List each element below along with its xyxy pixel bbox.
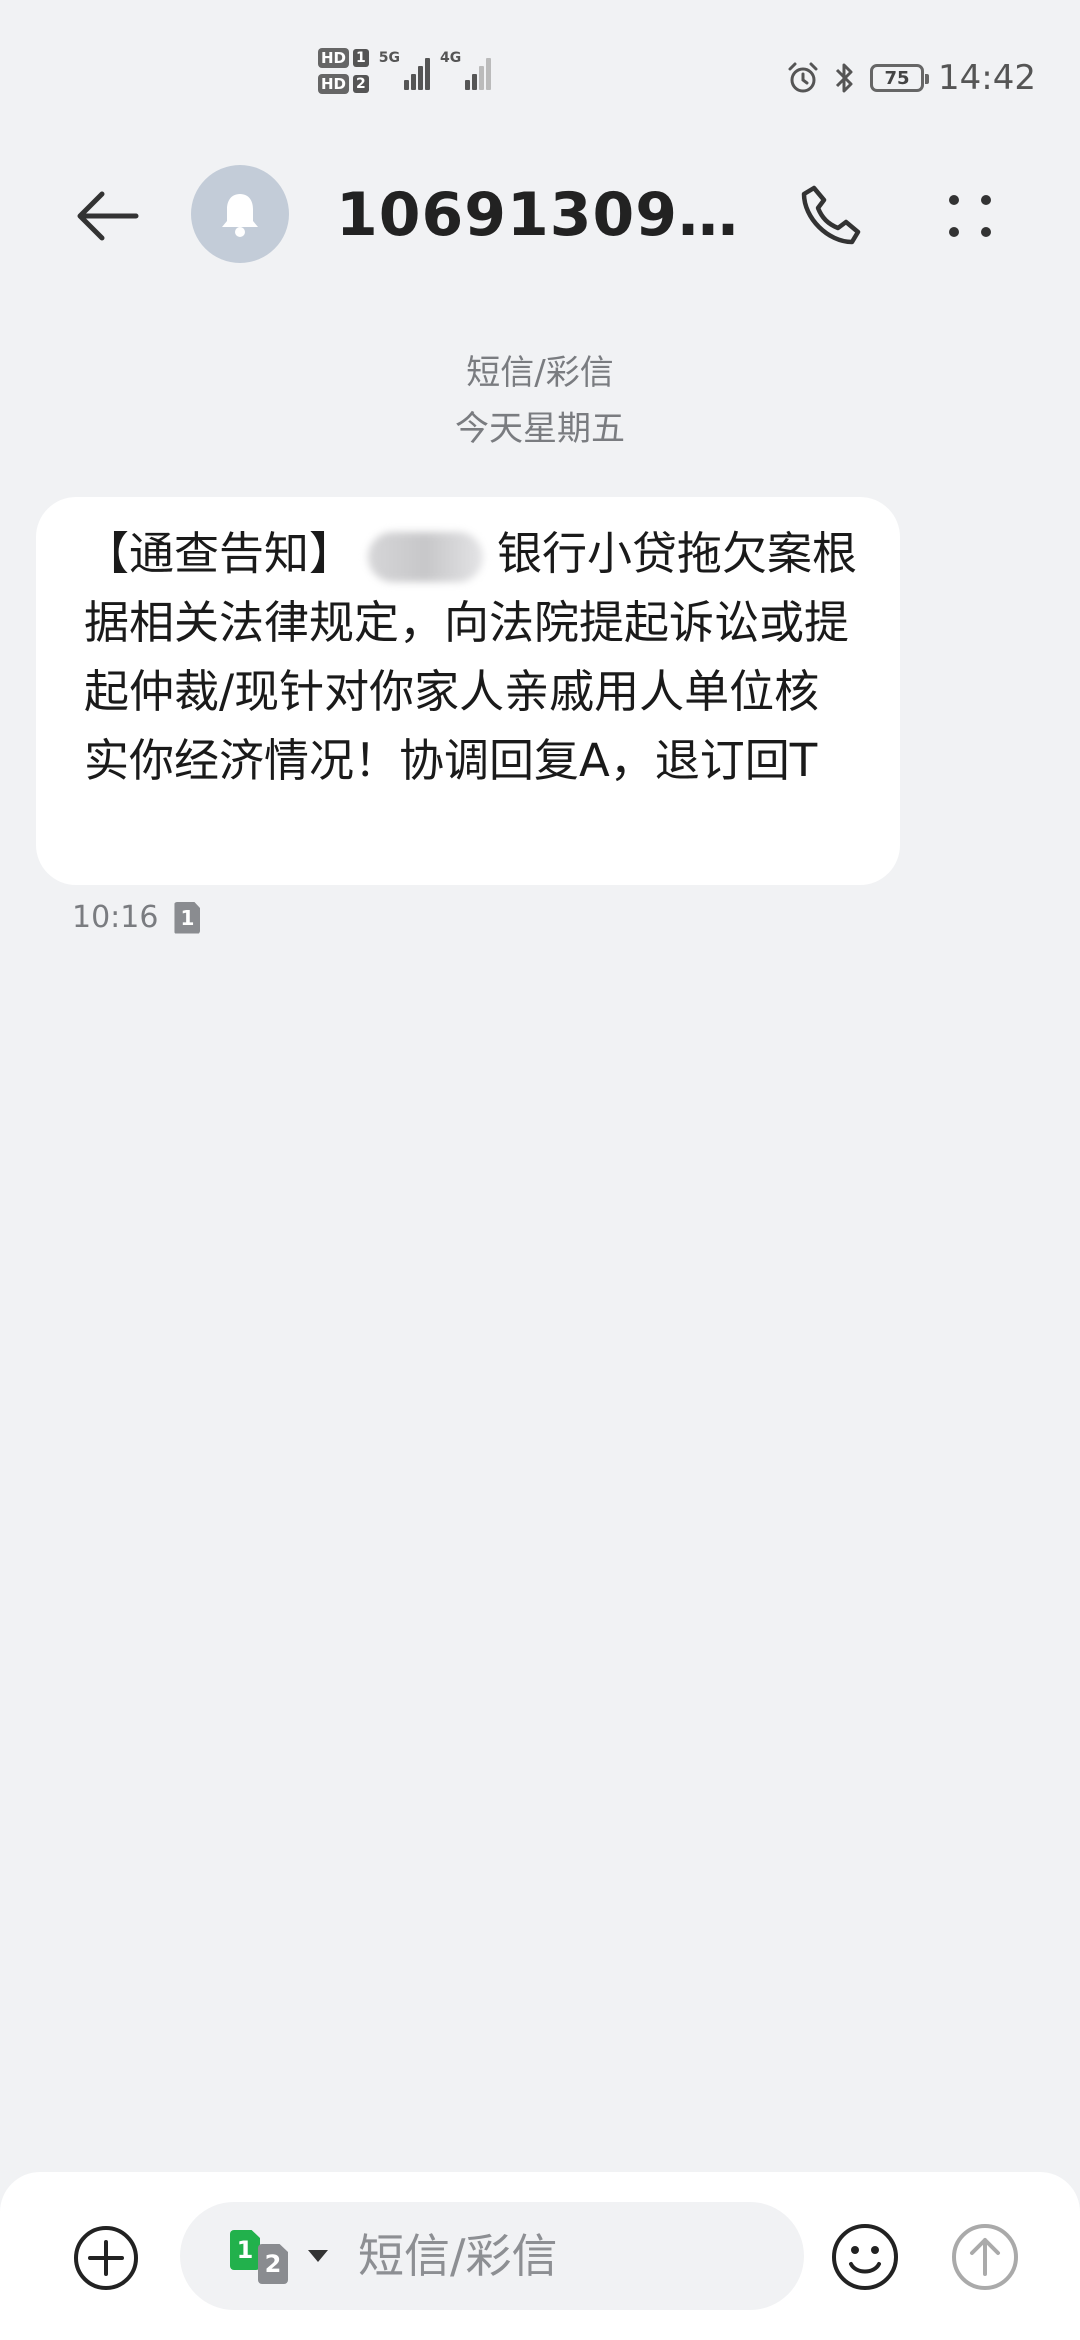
message-time: 10:16 (72, 900, 159, 935)
alarm-icon (788, 62, 818, 93)
status-right: 75 14:42 (786, 58, 1036, 98)
more-dots-icon (949, 195, 991, 237)
arrow-up-circle-icon (952, 2224, 1018, 2290)
contact-title[interactable]: 1069130904... (336, 180, 756, 250)
hd-badge-sim2: HD 2 (318, 74, 369, 94)
sim-switch-button[interactable]: 1 2 (230, 2226, 300, 2286)
message-input[interactable] (356, 2228, 760, 2284)
date-label: 今天星期五 (455, 409, 625, 449)
conversation-header: 1069130904... (0, 150, 1080, 280)
sim-card-icon: 1 (174, 901, 201, 934)
message-meta: 10:16 1 (72, 900, 201, 935)
arrow-left-icon (77, 191, 139, 241)
avatar[interactable] (191, 165, 289, 263)
phone-icon (801, 185, 861, 245)
message-bubble[interactable]: 【通查告知】 银行小贷拖欠案根据相关法律规定，向法院提起诉讼或提起仲裁/现针对你家… (36, 497, 900, 885)
sim-number: 2 (353, 75, 369, 93)
network-type: 4G (440, 50, 462, 66)
network-indicators: HD 1 HD 2 5G 4G (318, 48, 492, 94)
network-type: 5G (378, 50, 400, 66)
call-button[interactable] (792, 178, 868, 254)
hd-label: HD (318, 48, 350, 68)
message-type-label: 短信/彩信 (466, 353, 614, 393)
emoji-button[interactable] (830, 2222, 900, 2292)
composer-bar: 1 2 (0, 2172, 1080, 2340)
sim-number: 1 (353, 49, 369, 67)
signal-icon-sim1: 5G (379, 50, 430, 90)
redacted-blur (368, 532, 484, 582)
message-text-prefix: 【通查告知】 (84, 527, 355, 580)
plus-circle-icon (74, 2226, 138, 2290)
hd-voice-indicators: HD 1 HD 2 (318, 48, 369, 94)
smiley-icon (832, 2224, 898, 2290)
caret-down-icon[interactable] (308, 2250, 328, 2262)
sim2-icon: 2 (258, 2244, 288, 2284)
clock: 14:42 (938, 58, 1036, 98)
sim1-icon: 1 (230, 2230, 260, 2270)
hd-label: HD (318, 74, 350, 94)
message-text: 【通查告知】 银行小贷拖欠案根据相关法律规定，向法院提起诉讼或提起仲裁/现针对你家… (84, 519, 860, 795)
signal-icon-sim2: 4G (440, 50, 492, 90)
conversation-meta: 短信/彩信 今天星期五 (0, 345, 1080, 457)
back-button[interactable] (70, 178, 146, 254)
hd-badge-sim1: HD 1 (318, 48, 369, 68)
battery-icon: 75 (870, 64, 930, 92)
add-attachment-button[interactable] (72, 2224, 140, 2292)
message-input-container[interactable]: 1 2 (180, 2202, 804, 2310)
bell-icon (222, 194, 258, 237)
send-button[interactable] (950, 2222, 1020, 2292)
status-bar: HD 1 HD 2 5G 4G 75 14:42 (0, 0, 1080, 150)
more-options-button[interactable] (932, 178, 1008, 254)
bluetooth-icon (835, 63, 853, 93)
